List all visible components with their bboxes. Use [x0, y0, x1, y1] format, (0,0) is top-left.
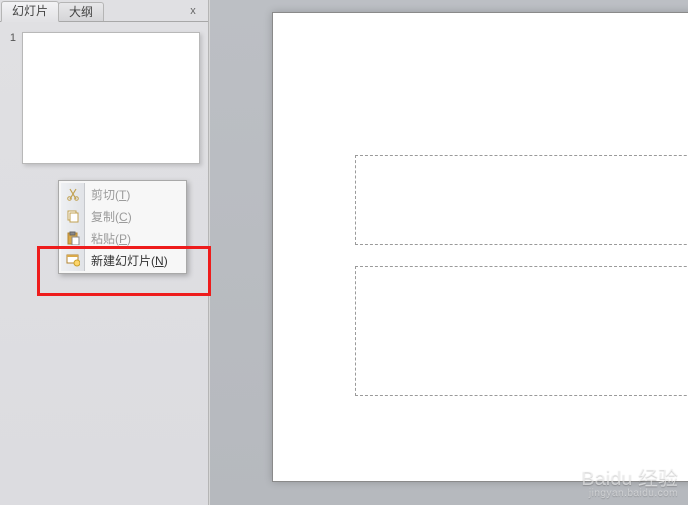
slide-thumbnail[interactable] [22, 32, 200, 164]
paste-icon [65, 230, 81, 246]
slide-number: 1 [4, 32, 16, 44]
tab-label: 幻灯片 [12, 4, 48, 18]
menu-item-new-slide[interactable]: 新建幻灯片(N) [61, 249, 184, 271]
new-slide-icon [65, 252, 81, 268]
slide-thumbnail-row: 1 [4, 32, 208, 164]
menu-label: 剪切(T) [91, 186, 130, 203]
tab-outline[interactable]: 大纲 [58, 2, 104, 21]
close-icon: x [190, 5, 196, 17]
menu-label: 新建幻灯片(N) [91, 252, 168, 269]
menu-item-paste: 粘贴(P) [61, 227, 184, 249]
menu-item-copy: 复制(C) [61, 205, 184, 227]
context-menu: 剪切(T) 复制(C) 粘贴(P) 新建幻灯片(N) [58, 180, 187, 274]
menu-item-cut: 剪切(T) [61, 183, 184, 205]
subtitle-placeholder[interactable]: 单 [355, 266, 688, 396]
tab-slides[interactable]: 幻灯片 [1, 1, 59, 22]
menu-label: 复制(C) [91, 208, 132, 225]
close-panel-button[interactable]: x [186, 4, 200, 18]
slide-canvas[interactable]: 单击 单 [272, 12, 688, 482]
slide-editing-area: 单击 单 [210, 0, 688, 505]
title-placeholder[interactable]: 单击 [355, 155, 688, 245]
copy-icon [65, 208, 81, 224]
scissors-icon [65, 186, 81, 202]
menu-label: 粘贴(P) [91, 230, 131, 247]
slide-thumbnails: 1 [0, 22, 208, 164]
tab-label: 大纲 [69, 5, 93, 19]
panel-tab-bar: 幻灯片 大纲 x [0, 0, 208, 22]
